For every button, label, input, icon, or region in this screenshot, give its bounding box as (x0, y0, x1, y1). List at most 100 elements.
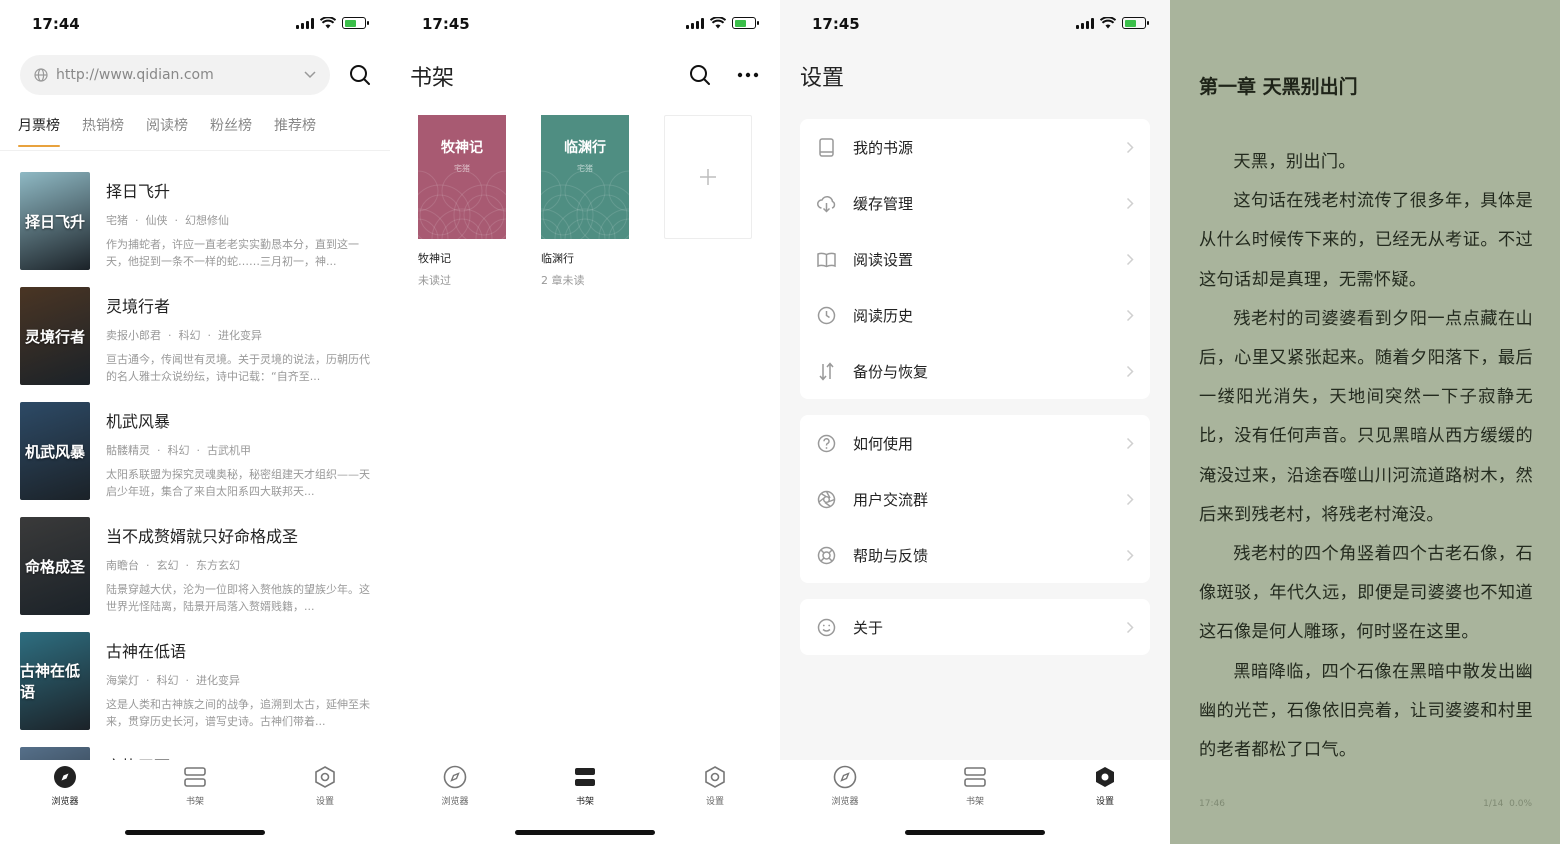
question-icon (817, 434, 836, 452)
more-dots-icon (737, 72, 759, 78)
book-cover[interactable]: 机武风暴 (20, 402, 90, 500)
tabbar-settings[interactable]: 设置 (685, 765, 745, 807)
book-list-item[interactable]: 灵境行者 灵境行者 卖报小郎君 · 科幻 · 进化变异 亘古通今，传闻世有灵境。… (20, 287, 372, 402)
cover-title: 机武风暴 (24, 442, 85, 461)
tab-recommend[interactable]: 推荐榜 (274, 115, 316, 147)
book-description: 这是人类和古神族之间的战争，追溯到太古，延伸至未来，贯穿历史长河，谱写史诗。古神… (106, 698, 370, 728)
book-info: 灵境行者 卖报小郎君 · 科幻 · 进化变异 亘古通今，传闻世有灵境。关于灵境的… (106, 287, 372, 402)
tabbar-shelf[interactable]: 书架 (165, 765, 225, 807)
tabbar-browser[interactable]: 浏览器 (815, 765, 875, 807)
battery-icon (1122, 17, 1149, 29)
shelf-icon (184, 767, 206, 787)
settings-row[interactable]: 缓存管理 (800, 175, 1150, 231)
book-genre: 仙侠 (145, 214, 168, 227)
settings-group-help: 如何使用 用户交流群 帮助与反馈 (800, 415, 1150, 583)
book-genre: 科幻 (156, 674, 179, 687)
book-cover[interactable]: 择日飞升 (20, 172, 90, 270)
settings-row[interactable]: 我的书源 (800, 119, 1150, 175)
compass-icon (443, 765, 467, 789)
book-list-item[interactable]: 机武风暴 机武风暴 骷髅精灵 · 科幻 · 古武机甲 太阳系联盟为探究灵魂奥秘，… (20, 402, 372, 517)
cloud-download-icon (817, 195, 836, 213)
status-time: 17:44 (32, 15, 80, 33)
book-title: 机武风暴 (106, 412, 171, 431)
book-cover[interactable]: 牧神记 宅猪 (418, 115, 506, 239)
compass-icon (54, 766, 76, 788)
settings-row[interactable]: 关于 (800, 599, 1150, 655)
settings-group-about: 关于 (800, 599, 1150, 655)
settings-row[interactable]: 帮助与反馈 (800, 527, 1150, 583)
book-list-item[interactable]: 古神在低语 古神在低语 海棠灯 · 科幻 · 进化变异 这是人类和古神族之间的战… (20, 632, 372, 747)
wifi-icon (320, 17, 336, 29)
book-cover[interactable]: 临渊行 宅猪 (541, 115, 629, 239)
book-cover[interactable]: 命格成圣 (20, 517, 90, 615)
book-description: 亘古通今，传闻世有灵境。关于灵境的说法，历朝历代的名人雅士众说纷纭，诗中记载：“… (106, 353, 370, 383)
status-bar: 17:44 (0, 0, 390, 50)
settings-row-label: 缓存管理 (853, 194, 914, 213)
chevron-right-icon (1126, 621, 1134, 633)
tabbar-browser-label: 浏览器 (441, 797, 469, 807)
tabbar-browser[interactable]: 浏览器 (425, 765, 485, 807)
book-info: 宰执天下 (106, 747, 372, 760)
wifi-icon (710, 17, 726, 29)
search-button[interactable] (685, 60, 715, 90)
book-info: 择日飞升 宅猪 · 仙侠 · 幻想修仙 作为捕蛇者，许应一直老老实实勤恳本分，直… (106, 172, 372, 287)
tabbar-shelf[interactable]: 书架 (945, 765, 1005, 807)
tab-hot-sales[interactable]: 热销榜 (82, 115, 124, 147)
cover-pattern (541, 170, 629, 239)
book-title: 古神在低语 (106, 642, 187, 661)
book-list: 择日飞升 择日飞升 宅猪 · 仙侠 · 幻想修仙 作为捕蛇者，许应一直老老实实勤… (20, 172, 372, 760)
settings-row-label: 如何使用 (853, 434, 914, 453)
url-bar[interactable]: http://www.qidian.com (20, 55, 330, 95)
tabbar-settings-label: 设置 (315, 797, 334, 807)
settings-row-label: 帮助与反馈 (853, 546, 929, 565)
book-subgenre: 进化变异 (217, 329, 262, 342)
book-meta: 卖报小郎君 · 科幻 · 进化变异 (106, 329, 262, 342)
tabbar-settings[interactable]: 设置 (295, 765, 355, 807)
book-description: 太阳系联盟为探究灵魂奥秘，秘密组建天才组织——天启少年班，集合了来自太阳系四大联… (106, 468, 370, 498)
url-text[interactable]: http://www.qidian.com (56, 67, 296, 83)
book-cover[interactable] (20, 747, 90, 760)
cover-title: 择日飞升 (24, 212, 85, 231)
search-icon (690, 65, 710, 85)
book-list-item[interactable]: 命格成圣 当不成赘婿就只好命格成圣 南瞻台 · 玄幻 · 东方玄幻 陆景穿越大伏… (20, 517, 372, 632)
tabbar-shelf[interactable]: 书架 (555, 765, 615, 807)
settings-row[interactable]: 阅读历史 (800, 287, 1150, 343)
shelf-book-status: 未读过 (418, 274, 451, 287)
book-list-item[interactable]: 择日飞升 择日飞升 宅猪 · 仙侠 · 幻想修仙 作为捕蛇者，许应一直老老实实勤… (20, 172, 372, 287)
more-button[interactable] (733, 60, 763, 90)
page-title: 设置 (800, 66, 845, 91)
rank-tabs: 月票榜 热销榜 阅读榜 粉丝榜 推荐榜 (18, 115, 316, 147)
book-cover[interactable]: 灵境行者 (20, 287, 90, 385)
tabbar-settings[interactable]: 设置 (1075, 765, 1135, 807)
settings-row[interactable]: 用户交流群 (800, 471, 1150, 527)
tab-fans[interactable]: 粉丝榜 (210, 115, 252, 147)
reader-paragraph: 残老村的四个角竖着四个古老石像，石像斑驳，年代久远，即便是司婆婆也不知道这石像是… (1199, 544, 1533, 643)
chevron-down-icon[interactable] (304, 71, 316, 79)
tab-reading[interactable]: 阅读榜 (146, 115, 188, 147)
status-time: 17:45 (422, 15, 470, 33)
reader-percent: 0.0% (1509, 799, 1532, 809)
settings-row[interactable]: 阅读设置 (800, 231, 1150, 287)
search-button[interactable] (345, 60, 375, 90)
status-time: 17:45 (812, 15, 860, 33)
shelf-book[interactable]: 牧神记 宅猪 牧神记 未读过 (418, 115, 506, 288)
tab-monthly[interactable]: 月票榜 (18, 115, 60, 147)
add-book-button[interactable] (664, 115, 752, 239)
shelf-book[interactable]: 临渊行 宅猪 临渊行 2 章未读 (541, 115, 629, 288)
settings-hex-icon (705, 766, 725, 788)
book-subgenre: 进化变异 (195, 674, 240, 687)
home-indicator (905, 830, 1045, 835)
wifi-icon (1100, 17, 1116, 29)
book-list-item[interactable]: 宰执天下 (20, 747, 372, 760)
book-description: 陆景穿越大伏，沦为一位即将入赘他族的望族少年。这世界光怪陆离，陆景开局落入赘婿贱… (106, 583, 370, 613)
reader-screen[interactable]: 第一章 天黑别出门 天黑，别出门。 这句话在残老村流传了很多年，具体是从什么时候传… (1170, 0, 1560, 844)
tabbar-browser-label: 浏览器 (51, 797, 79, 807)
settings-row[interactable]: 备份与恢复 (800, 343, 1150, 399)
shelf-book-status: 2 章未读 (541, 274, 585, 287)
book-cover[interactable]: 古神在低语 (20, 632, 90, 730)
tabbar-browser[interactable]: 浏览器 (35, 765, 95, 807)
settings-hex-icon (1096, 767, 1114, 787)
settings-row[interactable]: 如何使用 (800, 415, 1150, 471)
battery-icon (342, 17, 369, 29)
tabbar-shelf-label: 书架 (965, 797, 984, 807)
